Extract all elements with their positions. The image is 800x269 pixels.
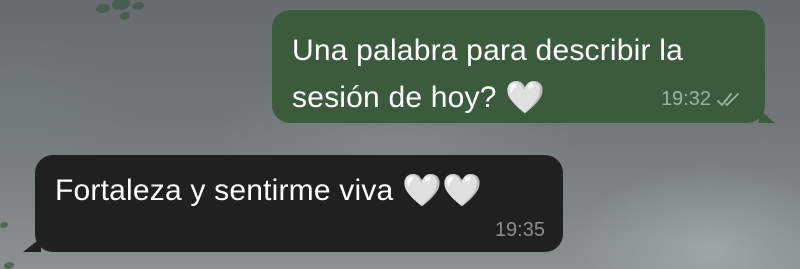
wallpaper-leaf — [4, 262, 14, 269]
incoming-bubble-tail — [23, 238, 41, 252]
wallpaper-leaf — [96, 4, 110, 13]
outgoing-message-bubble[interactable]: Una palabra para describir la sesión de … — [272, 10, 775, 123]
wallpaper-leaf — [112, 0, 130, 10]
outgoing-message-body: Una palabra para describir la sesión de … — [292, 34, 684, 114]
incoming-message-time: 19:35 — [494, 219, 545, 241]
outgoing-message-meta: 19:32 — [661, 88, 743, 111]
double-check-icon — [717, 92, 743, 108]
wallpaper-leaf — [0, 222, 8, 228]
white-heart-emoji: 🤍 — [505, 78, 546, 116]
white-hearts-emoji: 🤍🤍 — [402, 171, 483, 209]
outgoing-message-time: 19:32 — [660, 88, 711, 110]
wallpaper-leaf — [132, 2, 144, 10]
incoming-message-bubble[interactable]: Fortaleza y sentirme viva 🤍🤍 19:35 — [23, 155, 563, 252]
outgoing-bubble-tail — [759, 109, 775, 123]
incoming-message-meta: 19:35 — [495, 219, 545, 242]
incoming-message-text: Fortaleza y sentirme viva 🤍🤍 — [55, 167, 543, 214]
incoming-message-body: Fortaleza y sentirme viva — [55, 174, 394, 207]
wallpaper-leaf — [120, 12, 130, 20]
